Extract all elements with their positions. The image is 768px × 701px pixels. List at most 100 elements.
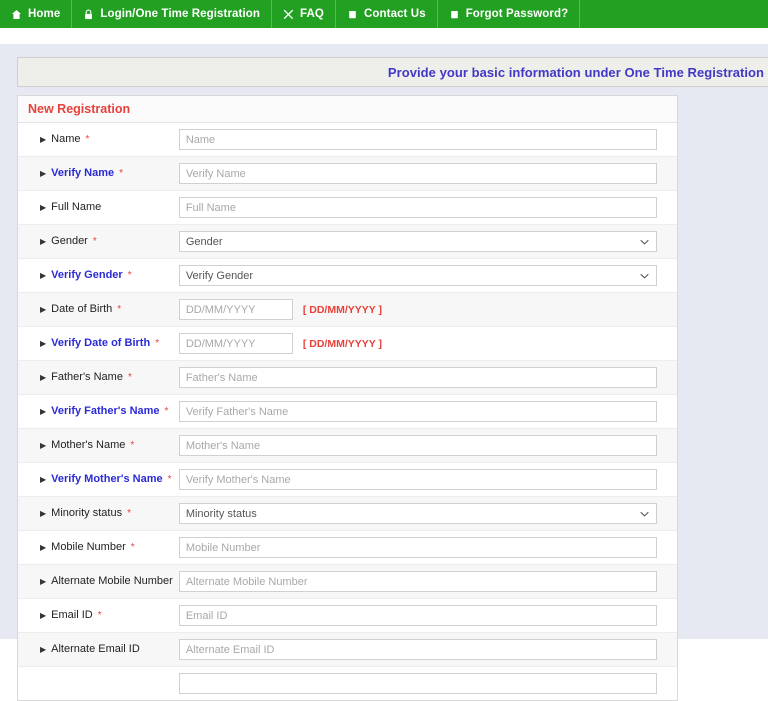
input-alternate-email-id[interactable] xyxy=(178,639,657,660)
required-asterisk: * xyxy=(167,474,172,485)
form-label-cell-mobile-number: ▶ Mobile Number * xyxy=(18,530,179,565)
triangle-bullet-icon: ▶ xyxy=(40,304,47,314)
nav-item-faq-label: FAQ xyxy=(300,8,324,20)
form-label-father-s-name: ▶ Father's Name * xyxy=(40,371,173,384)
form-label-cell-mother-s-name: ▶ Mother's Name * xyxy=(18,428,179,463)
triangle-bullet-icon: ▶ xyxy=(40,644,47,654)
required-asterisk: * xyxy=(130,440,135,451)
form-field-cell-father-s-name xyxy=(178,360,677,395)
required-asterisk: * xyxy=(164,406,169,417)
form-row: ▶ Verify Name * xyxy=(18,156,677,191)
chevron-down-icon xyxy=(640,271,649,280)
form-label-cell-father-s-name: ▶ Father's Name * xyxy=(18,360,179,395)
input-verify-mother-s-name[interactable] xyxy=(178,469,657,490)
input-father-s-name[interactable] xyxy=(178,367,657,388)
form-field-cell-verify-name xyxy=(178,156,677,191)
nav-item-faq[interactable]: FAQ xyxy=(272,0,336,28)
nav-item-contact-us[interactable]: Contact Us xyxy=(336,0,438,28)
input-alternate-mobile-number[interactable] xyxy=(178,571,657,592)
form-label-cell-partial xyxy=(18,667,179,701)
input-full-name[interactable] xyxy=(178,197,657,218)
nav-item-login-one-time-registration[interactable]: Login/One Time Registration xyxy=(72,0,273,28)
registration-panel: New Registration ▶ Name * ▶ Verify Name * ▶ Ful… xyxy=(17,95,678,701)
form-field-cell-alternate-mobile-number xyxy=(178,564,677,599)
chevron-down-icon xyxy=(640,237,649,246)
form-field-row xyxy=(178,401,657,422)
nav-item-login-label: Login/One Time Registration xyxy=(100,8,261,20)
select-value-minority-status: Minority status xyxy=(185,507,257,520)
form-label-text-verify-date-of-birth: Verify Date of Birth xyxy=(51,337,151,349)
form-row: ▶ Verify Mother's Name * xyxy=(18,462,677,497)
select-verify-gender[interactable]: Verify Gender xyxy=(178,265,657,286)
date-format-hint-date-of-birth: [ DD/MM/YYYY ] xyxy=(302,303,382,316)
form-label-text-alternate-email-id: Alternate Email ID xyxy=(51,643,140,655)
form-label-minority-status: ▶ Minority status * xyxy=(40,507,173,520)
input-verify-name[interactable] xyxy=(178,163,657,184)
form-label-text-date-of-birth: Date of Birth xyxy=(51,303,113,315)
input-date-of-birth[interactable] xyxy=(178,299,293,320)
date-format-hint-verify-date-of-birth: [ DD/MM/YYYY ] xyxy=(302,337,382,350)
form-label-mother-s-name: ▶ Mother's Name * xyxy=(40,439,173,452)
form-label-cell-date-of-birth: ▶ Date of Birth * xyxy=(18,292,179,327)
form-field-cell-mother-s-name xyxy=(178,428,677,463)
form-label-text-gender: Gender xyxy=(51,235,88,247)
form-field-row xyxy=(178,537,657,558)
nav-item-home[interactable]: Home xyxy=(0,0,73,28)
form-row: ▶ Minority status * Minority status xyxy=(18,496,677,531)
form-field-cell-verify-mother-s-name xyxy=(178,462,677,497)
triangle-bullet-icon: ▶ xyxy=(40,236,47,246)
registration-form-body: ▶ Name * ▶ Verify Name * ▶ Full Name ▶ Gender * Gen… xyxy=(18,123,677,700)
form-label-text-verify-mother-s-name: Verify Mother's Name xyxy=(51,473,163,485)
input-verify-date-of-birth[interactable] xyxy=(178,333,293,354)
input-email-id[interactable] xyxy=(178,605,657,626)
panel-header: New Registration xyxy=(18,96,677,123)
nav-content-gap xyxy=(0,29,768,44)
form-label-cell-verify-date-of-birth: ▶ Verify Date of Birth * xyxy=(18,326,179,361)
form-row: ▶ Verify Date of Birth * [ DD/MM/YYYY ] xyxy=(18,326,677,361)
input-partial[interactable] xyxy=(178,673,657,694)
triangle-bullet-icon: ▶ xyxy=(40,372,47,382)
nav-filler xyxy=(580,0,768,28)
form-field-cell-verify-date-of-birth: [ DD/MM/YYYY ] xyxy=(178,326,677,361)
form-field-row xyxy=(178,367,657,388)
scissors-icon xyxy=(283,9,294,20)
form-label-cell-verify-name: ▶ Verify Name * xyxy=(18,156,179,191)
registration-form-table: ▶ Name * ▶ Verify Name * ▶ Full Name ▶ Gender * Gen… xyxy=(18,123,677,700)
note-icon xyxy=(347,9,358,20)
form-field-row xyxy=(178,469,657,490)
form-label-name: ▶ Name * xyxy=(40,133,173,146)
form-row: ▶ Gender * Gender xyxy=(18,224,677,259)
form-label-text-mother-s-name: Mother's Name xyxy=(51,439,126,451)
form-field-row: Verify Gender xyxy=(178,265,657,286)
form-label-text-father-s-name: Father's Name xyxy=(51,371,123,383)
required-asterisk: * xyxy=(155,338,160,349)
form-label-text-alternate-mobile-number: Alternate Mobile Number xyxy=(51,575,173,587)
form-label-date-of-birth: ▶ Date of Birth * xyxy=(40,303,173,316)
form-row: ▶ Alternate Mobile Number xyxy=(18,564,677,599)
form-label-cell-name: ▶ Name * xyxy=(18,123,179,157)
form-field-cell-name xyxy=(178,123,677,157)
nav-item-contact-label: Contact Us xyxy=(363,8,426,20)
select-minority-status[interactable]: Minority status xyxy=(178,503,657,524)
required-asterisk: * xyxy=(119,168,124,179)
form-label-text-mobile-number: Mobile Number xyxy=(51,541,126,553)
form-field-row: Minority status xyxy=(178,503,657,524)
form-label-email-id: ▶ Email ID * xyxy=(40,609,173,622)
form-row-partial xyxy=(18,666,677,701)
input-name[interactable] xyxy=(178,129,657,150)
nav-item-forgot-password[interactable]: Forgot Password? xyxy=(438,0,581,28)
form-field-row xyxy=(178,571,657,592)
input-verify-father-s-name[interactable] xyxy=(178,401,657,422)
info-banner-text: Provide your basic information under One… xyxy=(387,64,764,80)
form-label-alternate-mobile-number: ▶ Alternate Mobile Number xyxy=(40,575,173,588)
triangle-bullet-icon: ▶ xyxy=(40,474,47,484)
required-asterisk: * xyxy=(92,236,97,247)
input-mother-s-name[interactable] xyxy=(178,435,657,456)
input-mobile-number[interactable] xyxy=(178,537,657,558)
form-label-cell-verify-father-s-name: ▶ Verify Father's Name * xyxy=(18,394,179,429)
form-field-cell-full-name xyxy=(178,190,677,225)
form-label-alternate-email-id: ▶ Alternate Email ID xyxy=(40,643,173,656)
nav-item-forgot-password-label: Forgot Password? xyxy=(465,8,569,20)
select-gender[interactable]: Gender xyxy=(178,231,657,252)
triangle-bullet-icon: ▶ xyxy=(40,406,47,416)
